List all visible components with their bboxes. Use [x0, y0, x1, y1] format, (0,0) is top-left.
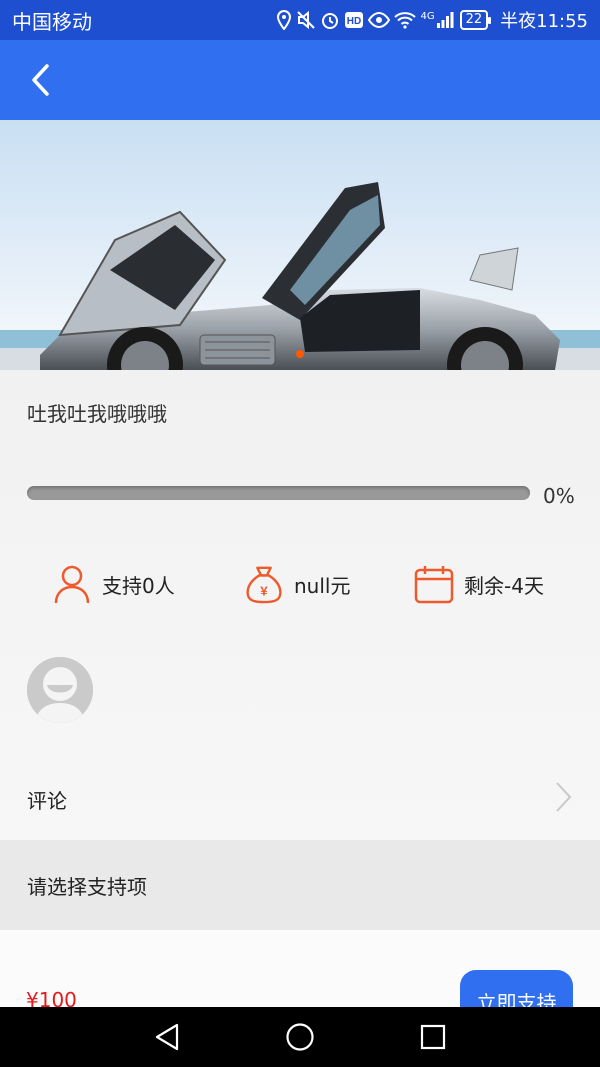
- carousel-indicator[interactable]: [296, 350, 304, 358]
- location-icon: [276, 10, 292, 30]
- eye-icon: [368, 12, 391, 28]
- stat-remaining: 剩余-4天: [414, 563, 544, 605]
- support-now-button[interactable]: 立即支持: [460, 970, 573, 1007]
- network-label: 4G: [420, 11, 435, 22]
- chevron-right-icon: [555, 781, 573, 817]
- back-arrow-icon: [32, 64, 49, 96]
- select-support-option-header: 请选择支持项: [0, 840, 600, 930]
- project-stats: 支持0人 ¥ null元 剩余-4天: [0, 563, 600, 609]
- stat-supporters: 支持0人: [52, 563, 175, 605]
- battery-level: 22: [465, 12, 483, 27]
- back-button[interactable]: [20, 60, 60, 100]
- svg-text:¥: ¥: [260, 583, 268, 598]
- wifi-icon: [394, 11, 417, 29]
- money-bag-icon: ¥: [244, 563, 284, 605]
- funded-amount: null元: [294, 573, 351, 598]
- project-title: 吐我吐我哦哦哦: [27, 402, 167, 426]
- mute-icon: [296, 10, 316, 30]
- square-recents-icon: [420, 1024, 446, 1050]
- nav-home-button[interactable]: [282, 1019, 318, 1055]
- project-details: 吐我吐我哦哦哦 0% 支持0人 ¥ null元 剩余-4天 评论: [0, 370, 600, 840]
- signal-icon: 4G: [420, 11, 454, 29]
- stat-amount: ¥ null元: [244, 563, 350, 605]
- days-remaining: 剩余-4天: [464, 573, 544, 598]
- nav-recents-button[interactable]: [415, 1019, 451, 1055]
- svg-text:HD: HD: [347, 16, 361, 27]
- alarm-icon: [320, 10, 340, 30]
- comment-row[interactable]: 评论: [0, 755, 600, 840]
- person-icon: [52, 563, 92, 605]
- supporters-count: 支持0人: [102, 573, 175, 598]
- clock: 半夜11:55: [500, 11, 588, 32]
- nav-back-button[interactable]: [149, 1019, 185, 1055]
- funding-progress-text: 0%: [543, 484, 575, 508]
- carrier-label: 中国移动: [12, 9, 92, 34]
- calendar-icon: [414, 563, 454, 605]
- battery-icon: 22: [459, 10, 491, 30]
- app-header: [0, 40, 600, 120]
- status-icons: HD 4G: [276, 10, 454, 30]
- support-option: ¥100 立即支持: [0, 930, 600, 1007]
- circle-home-icon: [286, 1023, 314, 1051]
- status-bar: 中国移动 HD 4G 22 半夜11:55: [0, 0, 600, 40]
- avatar[interactable]: [27, 657, 93, 723]
- car-image: [0, 120, 600, 370]
- funding-progress-bar: [27, 486, 530, 500]
- triangle-back-icon: [155, 1023, 179, 1051]
- comment-label: 评论: [27, 789, 67, 813]
- select-support-label: 请选择支持项: [27, 875, 147, 899]
- project-cover-image: [0, 120, 600, 370]
- system-navigation-bar: [0, 1007, 600, 1067]
- hd-icon: HD: [344, 11, 364, 29]
- support-price: ¥100: [26, 988, 77, 1007]
- status-right: HD 4G 22 半夜11:55: [276, 7, 588, 33]
- default-avatar-icon: [27, 657, 93, 723]
